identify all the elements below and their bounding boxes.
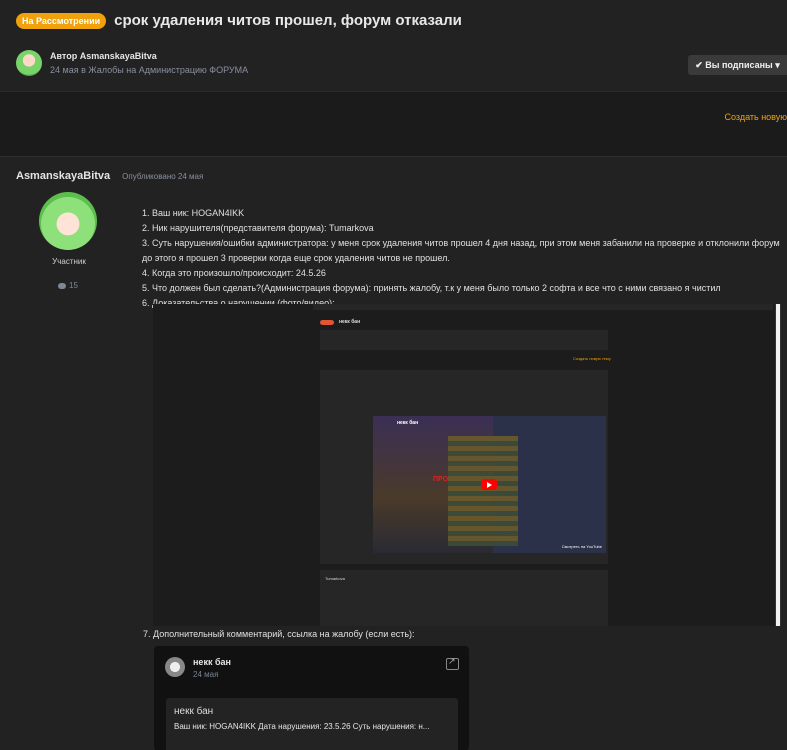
topic-author-row: Автор AsmanskayaBitva 24 мая в Жалобы на… <box>16 50 248 76</box>
author-avatar[interactable] <box>39 192 97 250</box>
card-avatar <box>165 657 185 677</box>
embed-author-box <box>320 330 608 350</box>
video-player[interactable]: ПРО некк бан Смотреть на YouTube <box>373 416 606 553</box>
user-role: Участник <box>52 257 86 266</box>
video-overlay-text: ПРО <box>433 476 449 483</box>
subscribe-button[interactable]: ✔ Вы подписаны ▾ <box>688 55 787 75</box>
scrollbar-thumb[interactable] <box>776 304 780 626</box>
comment-icon <box>58 282 66 289</box>
video-thumbnail-list <box>448 436 518 546</box>
post-content: 1. Ваш ник: HOGAN4IKK 2. Ник нарушителя(… <box>142 207 787 312</box>
embed-create-link: Создать новую тему <box>573 356 611 361</box>
card-inner-title: некк бан <box>174 706 214 717</box>
topic-meta[interactable]: 24 мая в Жалобы на Администрацию ФОРУМА <box>50 65 248 75</box>
post-author[interactable]: AsmanskayaBitva <box>16 170 110 182</box>
list-item: 2. Ник нарушителя(представителя форума):… <box>142 223 374 233</box>
card-date: 24 мая <box>193 670 219 679</box>
card-name: некк бан <box>193 657 231 667</box>
scrollbar[interactable] <box>775 304 781 626</box>
link-preview-card[interactable]: некк бан 24 мая некк бан Ваш ник: HOGAN4… <box>154 646 469 750</box>
play-icon[interactable] <box>481 479 497 490</box>
list-item: 5. Что должен был сделать?(Администрация… <box>142 283 721 293</box>
avatar[interactable] <box>16 50 42 76</box>
watch-on-youtube[interactable]: Смотреть на YouTube <box>562 544 602 549</box>
list-item: до этого я прошел 3 проверки когда еще с… <box>142 253 450 263</box>
embed-title: некк бан <box>339 319 361 325</box>
embed-title-row: некк бан <box>320 319 360 325</box>
topic-title-row: На Рассмотрении срок удаления читов прош… <box>16 12 462 29</box>
author-line[interactable]: Автор AsmanskayaBitva <box>50 51 248 61</box>
reputation: 15 <box>58 281 78 290</box>
video-title: некк бан <box>397 420 419 426</box>
status-badge: На Рассмотрении <box>16 12 107 29</box>
post: AsmanskayaBitva Опубликовано 24 мая Учас… <box>0 156 787 750</box>
embed-reply-box <box>320 570 608 626</box>
list-item: 3. Суть нарушения/ошибки администратора:… <box>142 238 780 248</box>
embed-reply-author: Tumarkova <box>325 576 345 581</box>
card-inner: некк бан Ваш ник: HOGAN4IKK Дата нарушен… <box>166 698 458 750</box>
evidence-screenshot[interactable]: некк бан Создать новую тему ПРО некк бан… <box>153 304 781 626</box>
post-date[interactable]: Опубликовано 24 мая <box>122 172 203 181</box>
external-link-icon[interactable] <box>446 656 459 670</box>
post-header: AsmanskayaBitva Опубликовано 24 мая <box>16 170 203 182</box>
embed-nav <box>313 304 773 310</box>
create-row: Создать новую <box>0 93 787 143</box>
list-item: 4. Когда это произошло/происходит: 24.5.… <box>142 268 326 278</box>
page-title: срок удаления читов прошел, форум отказа… <box>114 12 462 29</box>
reputation-count: 15 <box>69 281 78 290</box>
author-info: Автор AsmanskayaBitva 24 мая в Жалобы на… <box>50 51 248 75</box>
list-item: 7. Дополнительный комментарий, ссылка на… <box>143 629 415 639</box>
card-inner-text: Ваш ник: HOGAN4IKK Дата нарушения: 23.5.… <box>174 722 430 731</box>
create-topic-link[interactable]: Создать новую <box>724 112 787 122</box>
topic-header: На Рассмотрении срок удаления читов прош… <box>0 0 787 92</box>
embed-badge <box>320 319 334 325</box>
list-item: 1. Ваш ник: HOGAN4IKK <box>142 208 245 218</box>
